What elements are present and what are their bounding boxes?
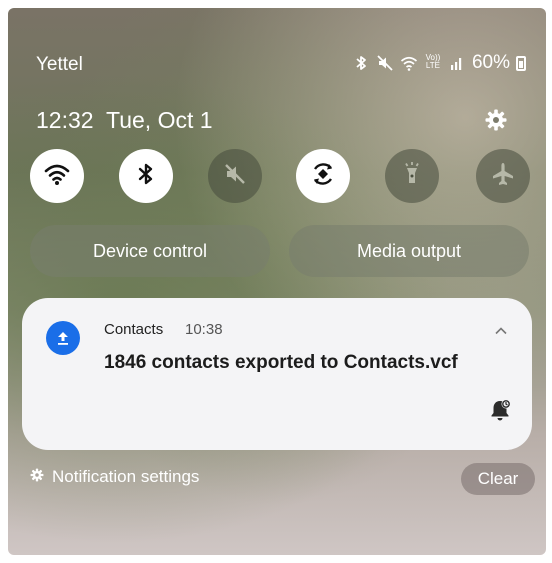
sound-toggle[interactable] [208, 149, 262, 203]
gear-icon[interactable] [484, 108, 508, 132]
gear-icon [30, 467, 44, 487]
carrier-label: Yettel [36, 54, 83, 75]
airplane-icon [490, 161, 516, 192]
date-time-row: 12:32 Tue, Oct 1 [36, 107, 516, 134]
rotate-icon [309, 160, 337, 193]
flashlight-toggle[interactable] [385, 149, 439, 203]
device-control-button[interactable]: Device control [30, 225, 270, 277]
auto-rotate-toggle[interactable] [296, 149, 350, 203]
bluetooth-toggle[interactable] [119, 149, 173, 203]
airplane-toggle[interactable] [476, 149, 530, 203]
quick-toggles [30, 149, 530, 211]
battery-percent: 60% [471, 52, 510, 73]
bluetooth-icon [352, 54, 370, 72]
volte-icon: Vo)) LTE [424, 54, 442, 72]
clear-label: Clear [477, 469, 519, 488]
wifi-icon [400, 54, 418, 72]
status-icons: Vo)) LTE 60% [352, 52, 526, 74]
wifi-toggle[interactable] [30, 149, 84, 203]
status-bar: Yettel Vo)) LTE 60% [36, 52, 526, 78]
clear-button[interactable]: Clear [461, 463, 535, 495]
signal-icon [448, 54, 466, 72]
date: Tue, Oct 1 [106, 107, 213, 133]
notification-settings-label: Notification settings [52, 467, 200, 486]
notification-title: 1846 contacts exported to Contacts.vcf [104, 352, 458, 373]
device-control-label: Device control [92, 240, 208, 261]
media-output-label: Media output [356, 240, 462, 261]
clock: 12:32 [36, 107, 94, 133]
upload-icon [46, 321, 80, 355]
mute-icon [222, 161, 248, 192]
notification-settings-link[interactable]: Notification settings [30, 467, 199, 487]
chevron-up-icon[interactable] [494, 324, 508, 338]
notification-shade: Yettel Vo)) LTE 60% 12:32 Tue, Oct 1 Dev… [8, 8, 546, 555]
wifi-icon [43, 160, 71, 193]
mute-icon [376, 54, 394, 72]
bell-snooze-icon[interactable] [486, 396, 514, 424]
media-output-button[interactable]: Media output [289, 225, 529, 277]
bluetooth-icon [133, 161, 159, 192]
flashlight-icon [399, 161, 425, 192]
notification-app-name: Contacts [104, 321, 164, 338]
notification-time: 10:38 [185, 321, 223, 338]
notification-card[interactable]: Contacts 10:38 1846 contacts exported to… [22, 298, 532, 450]
lte-label: LTE [425, 61, 440, 70]
battery-icon [516, 55, 526, 71]
